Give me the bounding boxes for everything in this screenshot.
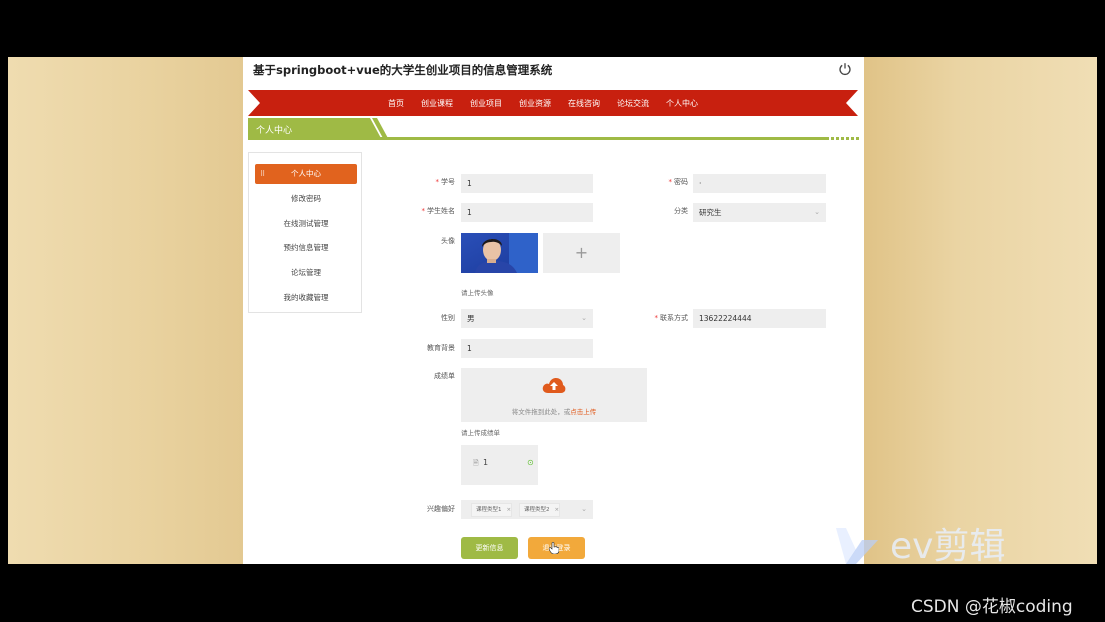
avatar-label: 头像 <box>441 237 455 245</box>
power-icon[interactable] <box>838 62 852 76</box>
grid-icon: ⠿ <box>260 170 266 178</box>
gender-value: 男 <box>467 314 475 323</box>
side-menu-item-appointments[interactable]: 预约信息管理 <box>255 238 357 258</box>
transcript-label: 成绩单 <box>434 372 455 380</box>
csdn-watermark: CSDN @花椒coding <box>911 597 1073 617</box>
category-select[interactable]: 研究生 ⌄ <box>693 203 826 222</box>
update-info-button[interactable]: 更新信息 <box>461 537 518 559</box>
password-label: * 密码 <box>668 178 689 186</box>
background-right <box>864 57 1097 564</box>
gender-label: 性别 <box>441 314 455 322</box>
cloud-upload-icon <box>542 378 566 393</box>
document-icon: 🗎 <box>473 459 479 467</box>
uploaded-file-name: 1 <box>483 458 489 467</box>
hand-cursor-icon <box>549 542 559 554</box>
password-input[interactable]: · <box>693 174 826 193</box>
section-title: 个人中心 <box>256 126 293 136</box>
click-upload-link[interactable]: 点击上传 <box>570 408 596 416</box>
nav-item-resources[interactable]: 创业资源 <box>519 98 551 109</box>
uploaded-file-card[interactable]: 🗎 1 ⊙ <box>461 445 538 485</box>
transcript-dropzone[interactable]: 将文件拖到此处，或点击上传 <box>461 368 647 422</box>
student-id-label: * 学号 <box>435 178 456 186</box>
side-menu-item-favorites[interactable]: 我的收藏管理 <box>255 288 357 308</box>
chevron-down-icon: ⌄ <box>581 505 587 513</box>
section-divider-dots <box>826 137 860 140</box>
site-title: 基于springboot+vue的大学生创业项目的信息管理系统 <box>253 63 553 77</box>
contact-label: * 联系方式 <box>654 314 689 322</box>
transcript-hint: 请上传成绩单 <box>461 429 500 437</box>
chevron-down-icon: ⌄ <box>581 314 587 322</box>
side-menu-item-profile[interactable]: ⠿ 个人中心 <box>255 164 357 184</box>
side-menu: ⠿ 个人中心 修改密码 在线测试管理 预约信息管理 论坛管理 我的收藏管理 <box>248 152 362 313</box>
interests-label: 兴趣偏好 <box>427 505 455 513</box>
section-divider <box>368 137 860 140</box>
close-icon[interactable]: × <box>555 507 560 513</box>
nav-item-home[interactable]: 首页 <box>388 98 404 109</box>
check-circle-icon: ⊙ <box>527 458 534 467</box>
nav-item-courses[interactable]: 创业课程 <box>421 98 453 109</box>
background-left <box>8 57 243 564</box>
education-input[interactable]: 1 <box>461 339 593 358</box>
gender-select[interactable]: 男 ⌄ <box>461 309 593 328</box>
nav-item-forum[interactable]: 论坛交流 <box>617 98 649 109</box>
ev-watermark-text: ev剪辑 <box>890 526 1005 567</box>
nav-item-profile[interactable]: 个人中心 <box>666 88 698 111</box>
side-menu-item-change-password[interactable]: 修改密码 <box>255 189 357 209</box>
student-name-input[interactable]: 1 <box>461 203 593 222</box>
side-menu-label: 个人中心 <box>291 169 321 178</box>
chevron-down-icon: ⌄ <box>814 208 820 216</box>
avatar-image[interactable] <box>461 233 538 273</box>
avatar-upload-button[interactable]: + <box>543 233 620 273</box>
browser-viewport: 基于springboot+vue的大学生创业项目的信息管理系统 首页 创业课程 … <box>243 57 864 564</box>
side-menu-item-forum[interactable]: 论坛管理 <box>255 263 357 283</box>
category-label: 分类 <box>674 207 688 215</box>
category-value: 研究生 <box>699 208 722 217</box>
education-label: 教育背景 <box>427 344 455 352</box>
screen: 基于springboot+vue的大学生创业项目的信息管理系统 首页 创业课程 … <box>0 0 1105 622</box>
close-icon[interactable]: × <box>507 507 512 513</box>
dropzone-text: 将文件拖到此处，或点击上传 <box>511 408 597 416</box>
side-menu-item-online-test[interactable]: 在线测试管理 <box>255 214 357 234</box>
nav-item-projects[interactable]: 创业项目 <box>470 98 502 109</box>
avatar-hint: 请上传头像 <box>461 289 494 297</box>
contact-input[interactable]: 13622224444 <box>693 309 826 328</box>
student-id-input[interactable]: 1 <box>461 174 593 193</box>
ev-editor-watermark: ev剪辑 <box>836 526 1005 567</box>
main-nav: 首页 创业课程 创业项目 创业资源 在线咨询 论坛交流 个人中心 <box>248 88 858 116</box>
student-name-label: * 学生姓名 <box>421 207 456 215</box>
section-header: 个人中心 <box>248 118 860 141</box>
interest-tag: 课程类型1 × <box>471 503 513 517</box>
interest-tag: 课程类型2 × <box>519 503 561 517</box>
nav-item-consult[interactable]: 在线咨询 <box>568 98 600 109</box>
